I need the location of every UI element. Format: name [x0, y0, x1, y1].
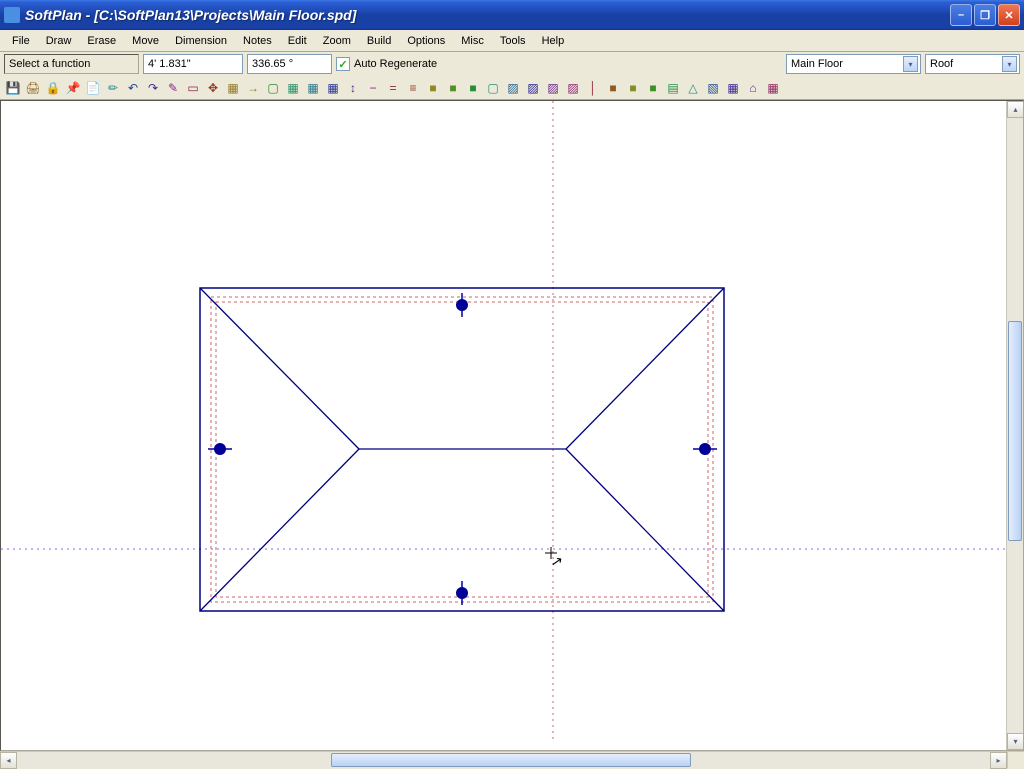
maximize-button[interactable]: ❐ — [974, 4, 996, 26]
arrow-right-icon[interactable]: → — [244, 79, 262, 97]
hatch4-icon[interactable]: ▨ — [564, 79, 582, 97]
hatch1-icon[interactable]: ▨ — [504, 79, 522, 97]
fill-blue-icon[interactable]: ■ — [424, 79, 442, 97]
scroll-down-icon[interactable]: ▾ — [1007, 733, 1024, 750]
scroll-left-icon[interactable]: ◂ — [0, 752, 17, 769]
pattern-icon[interactable]: ▦ — [724, 79, 742, 97]
hscroll-thumb[interactable] — [331, 753, 691, 767]
fill-dark-icon[interactable]: ■ — [624, 79, 642, 97]
close-button[interactable]: ✕ — [998, 4, 1020, 26]
menu-build[interactable]: Build — [359, 33, 399, 49]
menu-erase[interactable]: Erase — [79, 33, 124, 49]
floor-dropdown-value: Main Floor — [791, 58, 899, 70]
dim-icon[interactable]: ▭ — [184, 79, 202, 97]
hatch2-icon[interactable]: ▨ — [524, 79, 542, 97]
menu-dimension[interactable]: Dimension — [167, 33, 235, 49]
scroll-up-icon[interactable]: ▴ — [1007, 101, 1024, 118]
wand-icon[interactable]: ✎ — [164, 79, 182, 97]
menu-help[interactable]: Help — [534, 33, 573, 49]
status-row: Select a function 4' 1.831" 336.65 ° ✓ A… — [0, 52, 1024, 76]
line1-icon[interactable]: − — [364, 79, 382, 97]
grid5-icon[interactable]: ▦ — [764, 79, 782, 97]
box2-icon[interactable]: ▢ — [484, 79, 502, 97]
menu-draw[interactable]: Draw — [38, 33, 80, 49]
line3-icon[interactable]: ≡ — [404, 79, 422, 97]
toolbar: 💾🖨🔒📌📄✏↶↷✎▭✥▦→▢▦▦▦↕−=≡■■■▢▨▨▨▨│■■■▤△▧▦⌂▦ — [0, 76, 1024, 100]
fill-blue3-icon[interactable]: ■ — [464, 79, 482, 97]
house-icon[interactable]: ⌂ — [744, 79, 762, 97]
app-icon — [4, 7, 20, 23]
menu-misc[interactable]: Misc — [453, 33, 492, 49]
hscroll-track[interactable] — [17, 752, 990, 768]
blue-box-icon[interactable]: ■ — [604, 79, 622, 97]
window-buttons: – ❐ ✕ — [950, 4, 1020, 26]
fill-blue2-icon[interactable]: ■ — [444, 79, 462, 97]
redo-icon[interactable]: ↷ — [144, 79, 162, 97]
minimize-button[interactable]: – — [950, 4, 972, 26]
titlebar: SoftPlan - [C:\SoftPlan13\Projects\Main … — [0, 0, 1024, 30]
line4-icon[interactable]: │ — [584, 79, 602, 97]
hatch5-icon[interactable]: ▧ — [704, 79, 722, 97]
fill-dark2-icon[interactable]: ■ — [644, 79, 662, 97]
grid4-icon[interactable]: ▦ — [324, 79, 342, 97]
move-icon[interactable]: ✥ — [204, 79, 222, 97]
auto-regenerate-checkbox[interactable]: ✓ Auto Regenerate — [336, 57, 437, 71]
print-icon[interactable]: 🖨 — [24, 79, 42, 97]
check-icon: ✓ — [336, 57, 350, 71]
chevron-down-icon: ▾ — [1002, 56, 1017, 72]
brick-icon[interactable]: ▤ — [664, 79, 682, 97]
measure-readout: 4' 1.831" — [143, 54, 243, 74]
menu-edit[interactable]: Edit — [280, 33, 315, 49]
menu-notes[interactable]: Notes — [235, 33, 280, 49]
menu-move[interactable]: Move — [124, 33, 167, 49]
menu-zoom[interactable]: Zoom — [315, 33, 359, 49]
menubar: FileDrawEraseMoveDimensionNotesEditZoomB… — [0, 30, 1024, 52]
floor-dropdown[interactable]: Main Floor ▾ — [786, 54, 921, 74]
menu-tools[interactable]: Tools — [492, 33, 534, 49]
function-label: Select a function — [4, 54, 139, 74]
drawing-canvas[interactable]: ↖ ▴ ▾ — [0, 100, 1024, 751]
mode-dropdown-value: Roof — [930, 58, 998, 70]
scroll-corner — [1007, 752, 1024, 768]
vertical-scrollbar[interactable]: ▴ ▾ — [1006, 101, 1023, 750]
menu-file[interactable]: File — [4, 33, 38, 49]
box-icon[interactable]: ▢ — [264, 79, 282, 97]
hatch3-icon[interactable]: ▨ — [544, 79, 562, 97]
horizontal-scrollbar[interactable]: ◂ ▸ — [0, 751, 1024, 768]
grid2-icon[interactable]: ▦ — [284, 79, 302, 97]
grid3-icon[interactable]: ▦ — [304, 79, 322, 97]
scroll-right-icon[interactable]: ▸ — [990, 752, 1007, 769]
window-title: SoftPlan - [C:\SoftPlan13\Projects\Main … — [25, 7, 950, 23]
undo-icon[interactable]: ↶ — [124, 79, 142, 97]
drawing-svg — [1, 101, 1008, 741]
chevron-down-icon: ▾ — [903, 56, 918, 72]
mode-dropdown[interactable]: Roof ▾ — [925, 54, 1020, 74]
note-icon[interactable]: 📄 — [84, 79, 102, 97]
edit-pencil-icon[interactable]: ✏ — [104, 79, 122, 97]
lock-icon[interactable]: 🔒 — [44, 79, 62, 97]
auto-regenerate-label: Auto Regenerate — [354, 58, 437, 70]
save-icon[interactable]: 💾 — [4, 79, 22, 97]
line2-icon[interactable]: = — [384, 79, 402, 97]
angle-readout: 336.65 ° — [247, 54, 332, 74]
roof-icon[interactable]: △ — [684, 79, 702, 97]
arrow-v-icon[interactable]: ↕ — [344, 79, 362, 97]
grid-icon[interactable]: ▦ — [224, 79, 242, 97]
vscroll-thumb[interactable] — [1008, 321, 1022, 541]
pin-icon[interactable]: 📌 — [64, 79, 82, 97]
menu-options[interactable]: Options — [399, 33, 453, 49]
